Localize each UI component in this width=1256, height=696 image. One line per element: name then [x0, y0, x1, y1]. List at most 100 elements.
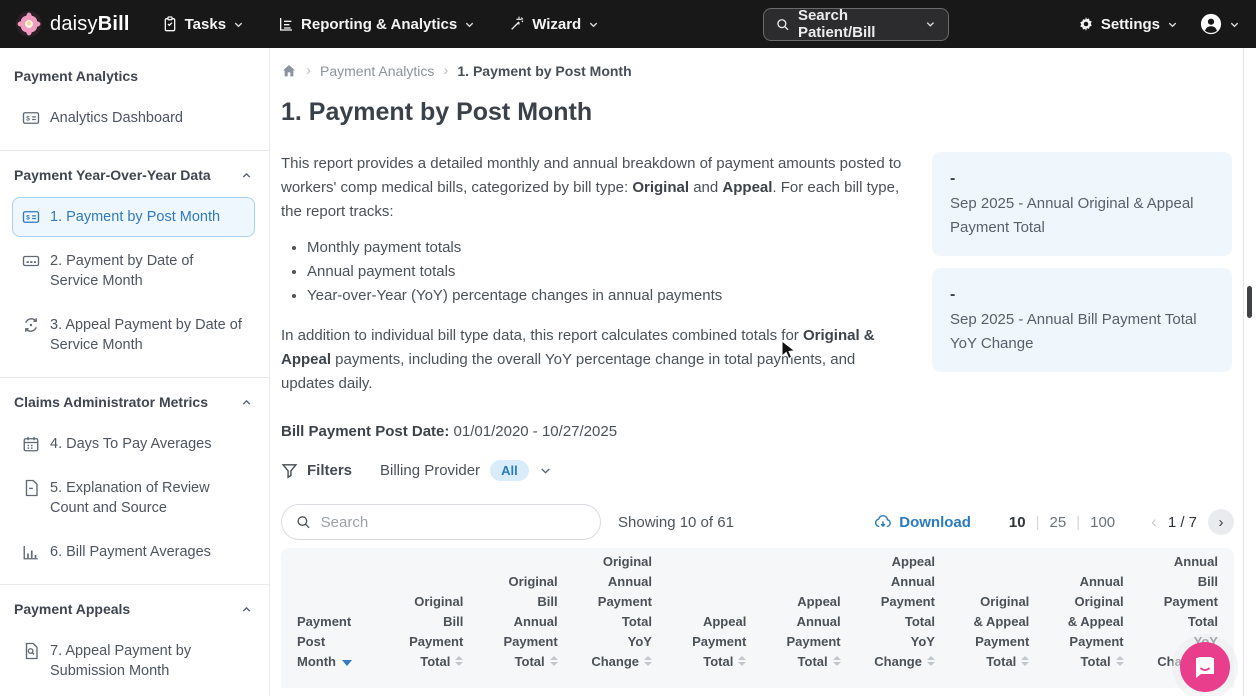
page-scrollbar[interactable] — [1243, 48, 1256, 696]
chevron-up-icon[interactable] — [240, 169, 253, 182]
sort-icon[interactable] — [455, 656, 463, 666]
column-header-annual-original-appeal-payment-total[interactable]: Annual Original & Appeal Payment Total — [1033, 572, 1127, 672]
sort-icon[interactable] — [550, 656, 558, 666]
main-content: › Payment Analytics › 1. Payment by Post… — [270, 48, 1256, 696]
sidebar: Payment Analytics $ Analytics Dashboard … — [0, 48, 270, 696]
bullet-item: Monthly payment totals — [307, 236, 905, 260]
column-header-appeal-annual-payment-total-yoy-change[interactable]: Appeal Annual Payment Total YoY Change — [845, 552, 939, 672]
nav-wizard-label: Wizard — [532, 16, 581, 33]
sidebar-item-label: 3. Appeal Payment by Date of Service Mon… — [50, 315, 245, 355]
chevron-down-icon — [1167, 19, 1178, 30]
chevron-down-icon — [233, 19, 244, 30]
column-header-original-bill-payment-total[interactable]: Original Bill Payment Total — [373, 592, 467, 672]
sort-desc-icon[interactable] — [342, 660, 352, 666]
wand-icon — [509, 16, 525, 32]
sidebar-item-appeal-payment-by-dos-month[interactable]: 3. Appeal Payment by Date of Service Mon… — [12, 305, 255, 365]
page-size-10[interactable]: 10 — [1009, 514, 1026, 531]
calendar-icon — [22, 435, 40, 453]
chevron-up-icon[interactable] — [240, 603, 253, 616]
gear-icon — [1078, 16, 1094, 32]
chat-widget-button[interactable] — [1180, 642, 1230, 692]
breadcrumb: › Payment Analytics › 1. Payment by Post… — [281, 62, 1234, 79]
nav-settings-label: Settings — [1101, 16, 1160, 33]
sort-icon[interactable] — [833, 656, 841, 666]
table-search-input[interactable] — [321, 514, 586, 531]
chevron-down-icon — [1229, 19, 1240, 30]
sidebar-item-eor-count-source[interactable]: 5. Explanation of Review Count and Sourc… — [12, 468, 255, 528]
search-icon — [776, 17, 789, 32]
sort-icon[interactable] — [927, 656, 935, 666]
chevron-down-icon — [464, 19, 475, 30]
svg-text:$: $ — [26, 116, 30, 123]
page-indicator: 1 / 7 — [1168, 514, 1197, 531]
showing-count: Showing 10 of 61 — [618, 514, 734, 531]
section-claims-admin-metrics[interactable]: Claims Administrator Metrics — [14, 394, 253, 410]
scrollbar-thumb[interactable] — [1247, 286, 1252, 318]
sort-icon[interactable] — [1021, 656, 1029, 666]
sidebar-item-appeal-payment-by-submission[interactable]: 7. Appeal Payment by Submission Month — [12, 631, 255, 691]
filters-button[interactable]: Filters — [281, 462, 352, 479]
breadcrumb-current: 1. Payment by Post Month — [457, 63, 631, 79]
page-size-100[interactable]: 100 — [1090, 514, 1115, 531]
report-description: This report provides a detailed monthly … — [281, 152, 905, 444]
column-header-payment-post-month[interactable]: Payment Post Month — [293, 612, 373, 672]
stat-value: - — [950, 284, 1214, 306]
sidebar-item-analytics-dashboard[interactable]: $ Analytics Dashboard — [12, 98, 255, 138]
table-search[interactable] — [281, 504, 601, 540]
sidebar-item-payment-by-post-month[interactable]: $ 1. Payment by Post Month — [12, 197, 255, 237]
bullet-item: Annual payment totals — [307, 260, 905, 284]
billing-provider-filter[interactable]: Billing Provider All — [380, 460, 552, 481]
sort-icon[interactable] — [644, 656, 652, 666]
page-size-selector: 10 | 25 | 100 — [1009, 514, 1115, 531]
nav-tasks[interactable]: Tasks — [162, 16, 244, 33]
sidebar-item-payment-by-dos-month[interactable]: 2. Payment by Date of Service Month — [12, 241, 255, 301]
billing-provider-value-badge: All — [490, 460, 529, 481]
global-search-label: Search Patient/Bill — [798, 7, 916, 41]
nav-settings[interactable]: Settings — [1078, 16, 1178, 33]
search-icon — [296, 514, 311, 530]
column-header-appeal-annual-payment-total[interactable]: Appeal Annual Payment Total — [750, 592, 844, 672]
breadcrumb-link[interactable]: Payment Analytics — [320, 63, 434, 79]
stat-label: Sep 2025 - Annual Original & Appeal Paym… — [950, 192, 1214, 240]
report-chart-icon — [278, 16, 294, 32]
card-icon — [22, 252, 40, 270]
column-header-original-appeal-payment-total[interactable]: Original & Appeal Payment Total — [939, 592, 1033, 672]
column-header-original-bill-annual-payment-total[interactable]: Original Bill Annual Payment Total — [467, 572, 561, 672]
home-icon[interactable] — [281, 63, 297, 79]
banknote-icon: $ — [22, 109, 40, 127]
sidebar-item-label: 2. Payment by Date of Service Month — [50, 251, 245, 291]
nav-tasks-label: Tasks — [185, 16, 226, 33]
next-page-button[interactable]: › — [1208, 509, 1234, 535]
stat-label: Sep 2025 - Annual Bill Payment Total YoY… — [950, 308, 1214, 356]
prev-page-button[interactable]: ‹ — [1151, 512, 1157, 532]
stat-card-annual-yoy-change: - Sep 2025 - Annual Bill Payment Total Y… — [932, 268, 1232, 372]
chevron-down-icon — [925, 18, 936, 30]
download-button[interactable]: Download — [874, 513, 971, 531]
nav-reporting-analytics[interactable]: Reporting & Analytics — [278, 16, 475, 33]
column-header-original-annual-payment-total-yoy-change[interactable]: Original Annual Payment Total YoY Change — [562, 552, 656, 672]
page-size-25[interactable]: 25 — [1050, 514, 1067, 531]
report-bullet-list: Monthly payment totals Annual payment to… — [281, 236, 905, 308]
sort-icon[interactable] — [1116, 656, 1124, 666]
chevron-up-icon[interactable] — [240, 396, 253, 409]
column-header-appeal-payment-total[interactable]: Appeal Payment Total — [656, 612, 750, 672]
sidebar-item-bill-payment-averages[interactable]: 6. Bill Payment Averages — [12, 532, 255, 572]
nav-account[interactable] — [1200, 13, 1240, 35]
post-date-range: Bill Payment Post Date: 01/01/2020 - 10/… — [281, 420, 905, 444]
brand-logo[interactable]: daisyBill — [16, 11, 130, 37]
report-paragraph-2: In addition to individual bill type data… — [281, 324, 905, 396]
section-payment-yoy[interactable]: Payment Year-Over-Year Data — [14, 167, 253, 183]
sort-icon[interactable] — [738, 656, 746, 666]
sidebar-item-days-to-pay[interactable]: 4. Days To Pay Averages — [12, 424, 255, 464]
brand-name: daisyBill — [50, 13, 130, 36]
bar-chart-icon — [22, 543, 40, 561]
user-avatar-icon — [1200, 13, 1222, 35]
table-header-row: Payment Post Month Original Bill Payment… — [281, 548, 1234, 688]
clipboard-icon — [162, 16, 178, 32]
nav-wizard[interactable]: Wizard — [509, 16, 599, 33]
section-payment-analytics: Payment Analytics — [14, 68, 253, 84]
sidebar-item-label: Analytics Dashboard — [50, 108, 183, 128]
section-payment-appeals[interactable]: Payment Appeals — [14, 601, 253, 617]
global-search[interactable]: Search Patient/Bill — [763, 8, 949, 41]
top-navbar: daisyBill Tasks Reporting & Analytics Wi… — [0, 0, 1256, 48]
